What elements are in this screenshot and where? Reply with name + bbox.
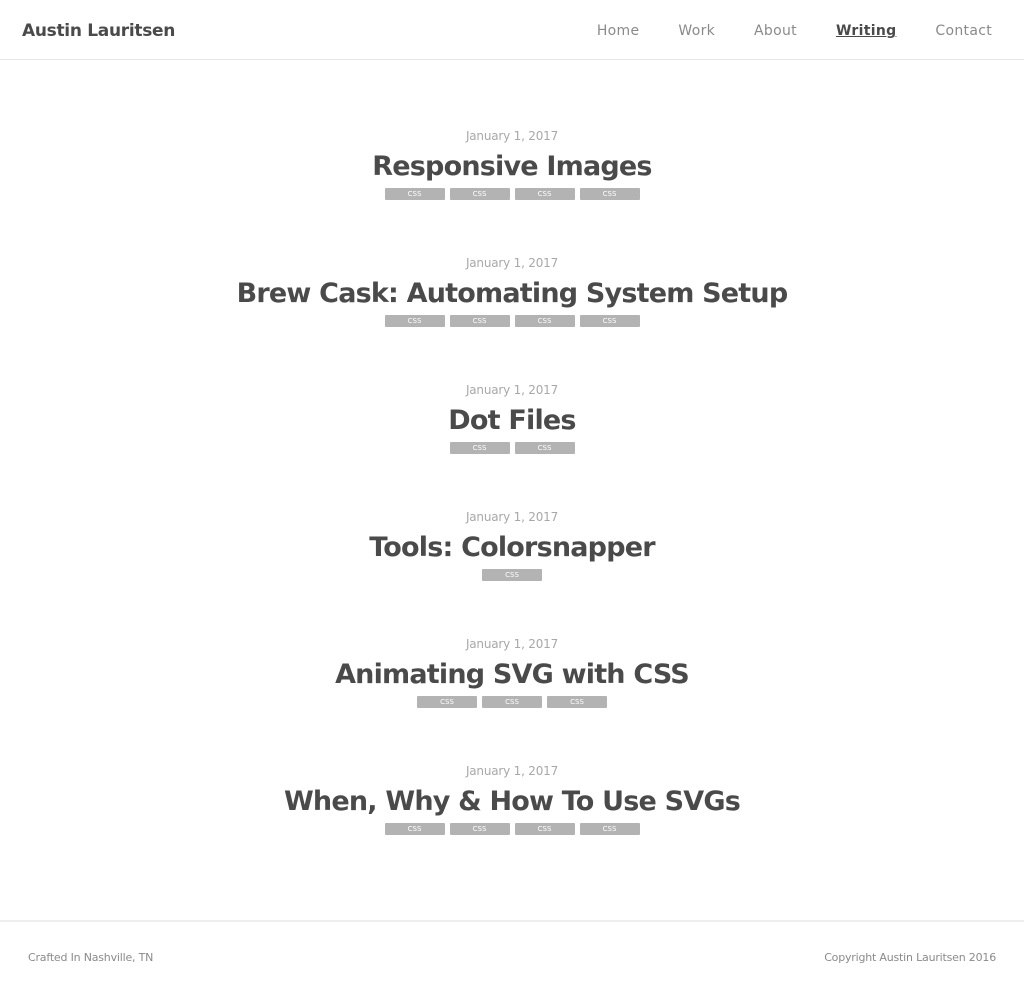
post-item: January 1, 2017 Brew Cask: Automating Sys…	[0, 255, 1024, 382]
post-tags: CSS CSS CSS CSS	[0, 188, 1024, 200]
footer-copyright: Copyright Austin Lauritsen 2016	[824, 951, 996, 964]
post-date: January 1, 2017	[465, 764, 559, 778]
post-tags: CSS CSS CSS	[0, 696, 1024, 708]
post-tags: CSS CSS CSS CSS	[0, 315, 1024, 327]
tag-badge[interactable]: CSS	[514, 188, 575, 200]
post-item: January 1, 2017 Dot Files CSS CSS	[0, 382, 1024, 509]
tag-badge[interactable]: CSS	[449, 188, 510, 200]
tag-badge[interactable]: CSS	[449, 823, 510, 835]
nav-item-work[interactable]: Work	[678, 23, 715, 39]
tag-badge[interactable]: CSS	[579, 315, 640, 327]
post-tags: CSS	[0, 569, 1024, 581]
footer-location: Crafted In Nashville, TN	[28, 951, 154, 964]
post-title-link[interactable]: Brew Cask: Automating System Setup	[0, 277, 1024, 311]
post-date: January 1, 2017	[465, 256, 559, 270]
post-title-link[interactable]: Dot Files	[0, 404, 1024, 438]
post-item: January 1, 2017 Responsive Images CSS CSS CS…	[0, 128, 1024, 255]
nav-item-home[interactable]: Home	[597, 23, 640, 39]
post-date: January 1, 2017	[465, 637, 559, 651]
nav-item-contact[interactable]: Contact	[935, 23, 992, 39]
nav-item-writing[interactable]: Writing	[836, 23, 896, 39]
tag-badge[interactable]: CSS	[514, 442, 575, 454]
tag-badge[interactable]: CSS	[384, 823, 445, 835]
post-tags: CSS CSS CSS CSS	[0, 823, 1024, 835]
post-item: January 1, 2017 Tools: Colorsnapper CSS	[0, 509, 1024, 636]
tag-badge[interactable]: CSS	[482, 696, 542, 708]
tag-badge[interactable]: CSS	[547, 696, 607, 708]
site-header: Austin Lauritsen Home Work About Writing…	[0, 0, 1024, 60]
post-title-link[interactable]: Responsive Images	[0, 150, 1024, 184]
tag-badge[interactable]: CSS	[482, 569, 542, 581]
post-item: January 1, 2017 Animating SVG with CSS CSS…	[0, 636, 1024, 763]
tag-badge[interactable]: CSS	[514, 823, 575, 835]
post-title-link[interactable]: When, Why & How To Use SVGs	[0, 785, 1024, 819]
site-brand-link[interactable]: Austin Lauritsen	[22, 21, 175, 41]
post-title-link[interactable]: Animating SVG with CSS	[0, 658, 1024, 692]
post-item: January 1, 2017 When, Why & How To Use SV…	[0, 763, 1024, 890]
post-date: January 1, 2017	[465, 129, 559, 143]
tag-badge[interactable]: CSS	[579, 188, 640, 200]
tag-badge[interactable]: CSS	[384, 315, 445, 327]
main-nav: Home Work About Writing Contact	[558, 23, 992, 39]
post-list: January 1, 2017 Responsive Images CSS CSS CS…	[0, 128, 1024, 890]
tag-badge[interactable]: CSS	[579, 823, 640, 835]
tag-badge[interactable]: CSS	[514, 315, 575, 327]
tag-badge[interactable]: CSS	[449, 442, 510, 454]
post-tags: CSS CSS	[0, 442, 1024, 454]
tag-badge[interactable]: CSS	[384, 188, 445, 200]
post-date: January 1, 2017	[465, 510, 559, 524]
site-footer: Crafted In Nashville, TN Copyright Austi…	[0, 920, 1024, 995]
post-title-link[interactable]: Tools: Colorsnapper	[0, 531, 1024, 565]
post-date: January 1, 2017	[465, 383, 559, 397]
tag-badge[interactable]: CSS	[449, 315, 510, 327]
nav-item-about[interactable]: About	[754, 23, 797, 39]
tag-badge[interactable]: CSS	[417, 696, 477, 708]
